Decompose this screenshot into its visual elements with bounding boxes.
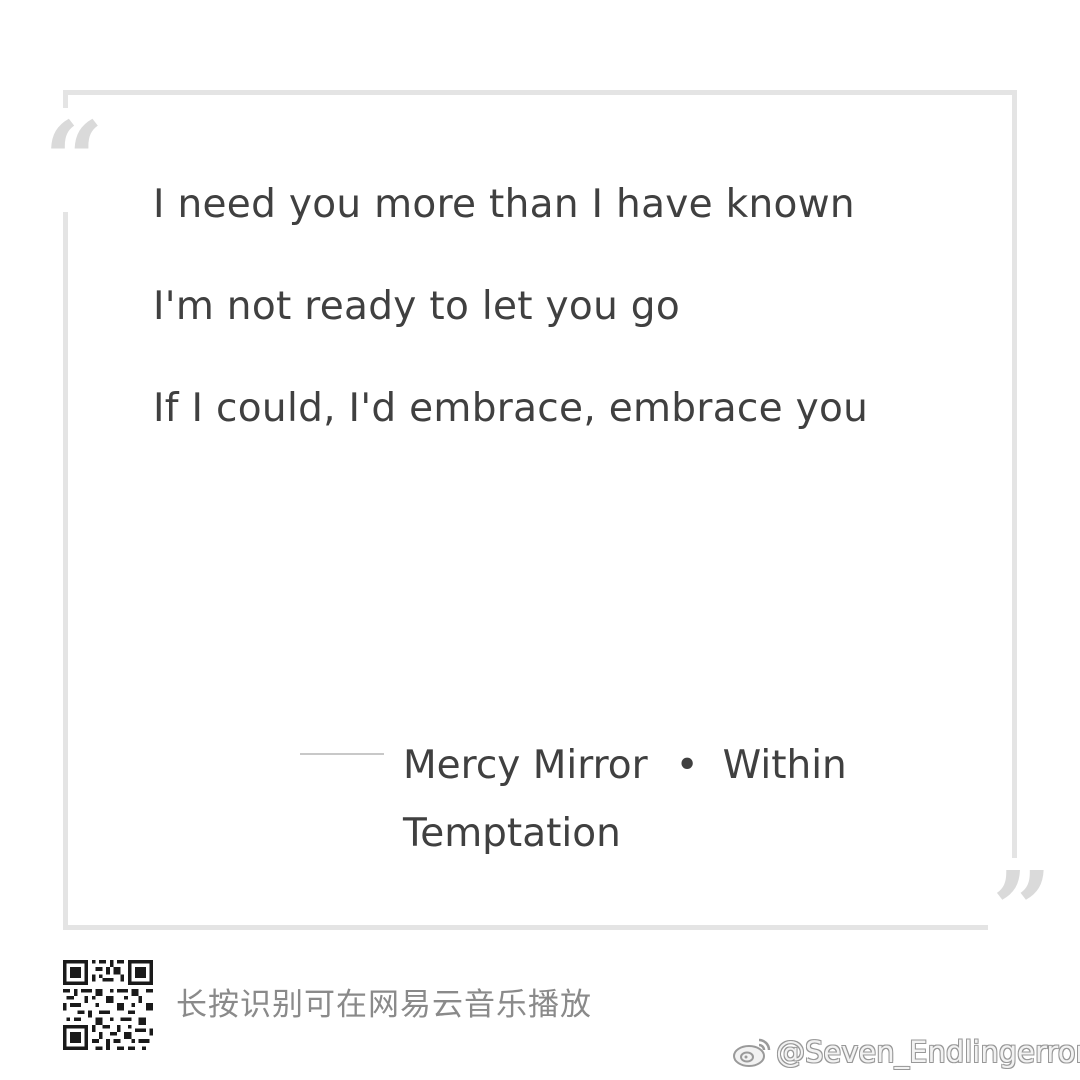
song-attribution: Mercy Mirror • Within Temptation xyxy=(403,732,873,868)
lyric-line: If I could, I'd embrace, embrace you xyxy=(153,386,869,431)
weibo-watermark: @Seven_Endlingerror xyxy=(732,1032,1080,1072)
weibo-icon xyxy=(733,1038,771,1067)
lyric-line: I need you more than I have known xyxy=(153,182,855,227)
lyrics-block: I need you more than I have known I'm no… xyxy=(153,180,893,486)
open-in-netease-prompt: 长按识别可在网易云音乐播放 xyxy=(176,987,592,1023)
open-quote-mark: “ xyxy=(40,108,108,212)
weibo-handle: @Seven_Endlingerror xyxy=(776,1035,1080,1069)
song-title: Mercy Mirror xyxy=(403,743,648,788)
attribution-separator: • xyxy=(675,743,699,788)
qr-code-icon[interactable] xyxy=(63,960,153,1050)
lyric-line: I'm not ready to let you go xyxy=(153,284,681,329)
attribution-rule xyxy=(300,753,384,755)
close-quote-mark: ” xyxy=(988,858,1056,962)
